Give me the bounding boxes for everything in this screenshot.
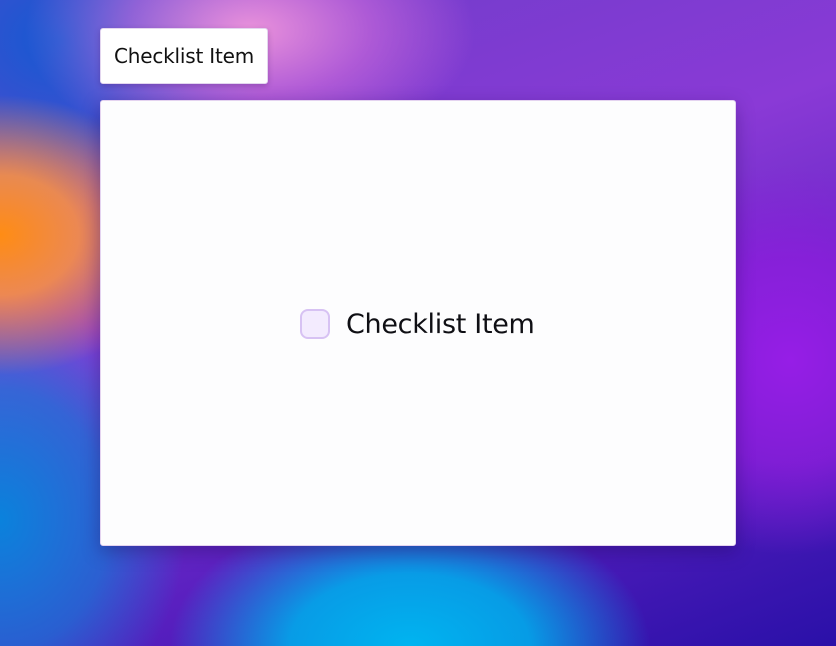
preview-panel: Checklist Item xyxy=(100,100,736,546)
checklist-item-label[interactable]: Checklist Item xyxy=(346,309,535,340)
component-name-tag: Checklist Item xyxy=(100,28,268,84)
checkbox-unchecked[interactable] xyxy=(300,309,330,339)
checklist-item[interactable]: Checklist Item xyxy=(300,307,535,341)
component-name-label: Checklist Item xyxy=(114,44,254,68)
